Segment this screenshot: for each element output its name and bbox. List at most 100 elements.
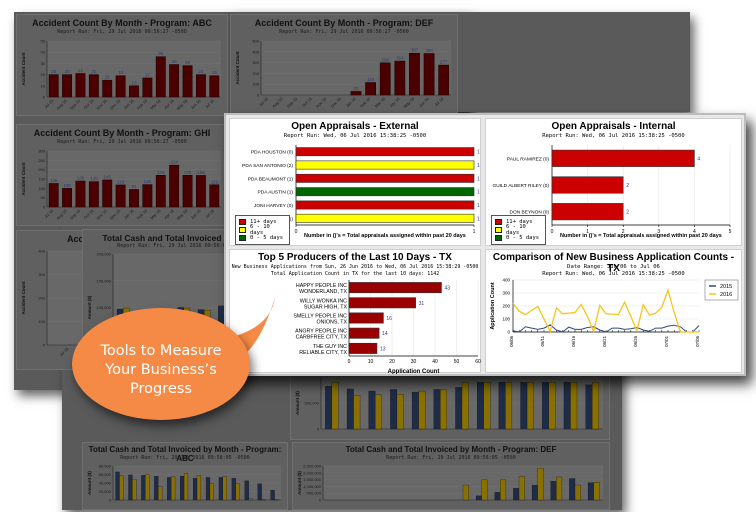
bg-y-tick-label: 0 [257,93,260,98]
bg-x-tick-label: Apr 16 [163,98,175,110]
bg-bar [210,76,219,97]
bg-y-tick-label: 200 [38,296,45,301]
legend-item: 6 - 10 days [239,226,286,234]
bg-chart-accident-abc-plot: 01020304050Accident Count20Jul 1520Aug 1… [17,35,229,117]
bg-bar [116,185,125,207]
bar [349,313,383,323]
bg-y-tick-label: 150 [38,177,45,182]
bg-bar [397,394,404,429]
bg-y-tick-label: 500 [252,39,259,44]
bar [296,214,474,222]
bg-x-tick-label: Jan 16 [345,96,358,109]
bg-y-tick-label: 40 [41,50,46,55]
bg-bar-label: 298 [381,57,389,62]
bg-bar [145,475,149,501]
bg-bar [129,86,138,97]
bg-y-tick-label: 1,500,000 [303,477,322,482]
bg-bar [484,382,491,429]
bar-value-label: 14 [382,331,388,337]
x-tick-label: 06/06 [509,335,514,346]
bg-bar [129,189,138,207]
bg-bar [551,481,557,500]
bg-bar [495,492,501,500]
bg-y-tick-label: 500,000 [305,401,320,406]
bg-bar [455,387,462,429]
bg-bar-label: 10 [131,80,137,85]
bg-bar [167,477,171,500]
bg-y-tick-label: 20 [41,72,46,77]
bg-chart-cash-def: Total Cash and Total Invoiced by Month -… [292,442,610,510]
chart-subtitle: Date Range: Jun 06 to Jul 06 [486,264,741,270]
bg-bar-label: 20 [91,69,97,74]
bg-y-tick-label: 200 [38,167,45,172]
bg-bar [49,183,58,207]
bg-bar [156,57,165,97]
bg-bar [549,382,556,429]
y-axis-label: Application Count [490,282,496,330]
bg-bar [89,75,98,97]
bg-x-tick-label: Mar 16 [149,208,162,221]
bg-y-tick-label: 50 [41,195,46,200]
x-tick-label: 5 [729,229,732,235]
bg-bar [521,382,528,429]
bg-bar-label: 100 [63,183,71,188]
x-tick-label: 60 [475,359,481,365]
bg-bar [556,477,562,500]
bg-x-tick-label: Feb 16 [136,208,149,221]
callout-line: Progress [72,380,250,399]
bg-bar [154,476,158,500]
chart-subtitle-total: Total Application Count in TX for the la… [230,271,480,277]
bg-y-tick-label: 100 [252,82,259,87]
y-category-label: PAUL RAMIREZ (0) [507,156,550,162]
bg-bar [332,382,339,429]
legend-label: 2015 [720,284,732,290]
bg-bar [395,61,405,95]
bar [296,201,474,209]
bg-chart-title: Accident Count By Month - Program: ABC [17,18,227,28]
bg-chart-accident-abc: Accident Count By Month - Program: ABC R… [16,14,228,116]
bg-x-tick-label: Sep 15 [286,96,299,109]
bg-y-tick-label: 30 [41,61,46,66]
bg-bar [532,485,538,500]
bg-y-tick-label: 0 [43,343,46,348]
bg-x-tick-label: Jun 16 [418,96,431,109]
bg-chart-accident-def: Accident Count By Month - Program: DEF R… [230,14,458,114]
legend-swatch-green [239,235,246,241]
bar [349,298,416,308]
bar [552,177,623,194]
bg-x-tick-label: Dec 15 [109,208,122,221]
bar [296,174,474,182]
y-tick-label: 100 [502,317,510,322]
bar-value-label: 1 [477,216,480,222]
bg-bar [232,478,236,500]
bg-bar-label: 36 [158,51,164,56]
x-tick-label: 06/11 [540,335,545,346]
bg-bar [519,476,525,500]
x-axis-label: Application Count [388,369,440,374]
x-tick-label: 0 [295,229,298,235]
bg-bar-label: 19 [212,70,218,75]
y-category-label: PDA BEAUMONT (1) [248,176,294,182]
bg-bar-label: 116 [367,77,375,82]
bar-value-label: 1 [477,203,480,209]
bg-y-tick-label: 60,000 [99,472,112,477]
bg-y-tick-label: 20,000 [99,489,112,494]
bg-bar [419,391,426,429]
x-tick-label: 10 [368,359,374,365]
bg-x-tick-label: Oct 15 [83,98,95,110]
bg-bar-label: 170 [184,170,192,175]
bar-value-label: 4 [697,156,700,162]
bg-y-tick-label: 0 [317,427,320,432]
chart-footnote: Number in ()'s = Total appraisals assign… [304,233,466,239]
legend-item: 6 - 10 days [495,226,542,234]
bg-y-tick-label: 300 [38,149,45,154]
bg-x-tick-label: Jul 15 [258,96,270,108]
legend-swatch-red [239,219,246,225]
bg-bar-label: 19 [118,70,124,75]
bg-bar [116,76,125,97]
bg-bar [462,382,469,429]
bg-bar [141,475,145,500]
bg-y-axis-label: Accident Count [21,281,26,315]
x-tick-label: 0 [348,359,351,365]
x-tick-label: 0 [551,229,554,235]
